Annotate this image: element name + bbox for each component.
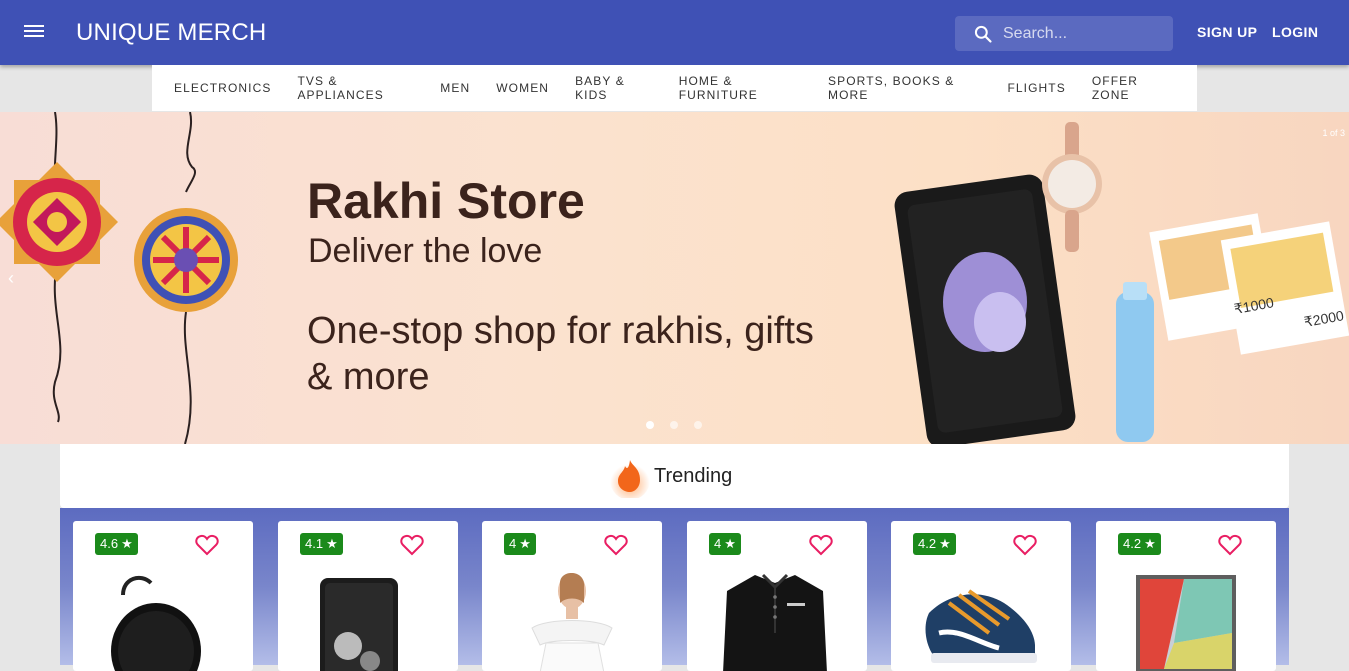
star-icon: ★ (939, 536, 951, 551)
product-card[interactable]: 4.2 ★ (1096, 521, 1276, 671)
product-card[interactable]: 4.6 ★ (73, 521, 253, 671)
rating-badge: 4.1 ★ (300, 533, 343, 555)
search-input[interactable] (1003, 24, 1153, 43)
trending-products: 4.6 ★ 4.1 ★ 4 ★ 4 ★ 4.2 ★ 4.2 ★ (60, 508, 1289, 671)
category-bar: ELECTRONICS TVS & APPLIANCES MEN WOMEN B… (152, 65, 1197, 111)
speaker-image (111, 575, 201, 671)
carousel-dots (646, 421, 702, 429)
carousel-dot-1[interactable] (646, 421, 654, 429)
heart-icon[interactable] (400, 534, 424, 556)
category-offer-zone[interactable]: OFFER ZONE (1092, 74, 1171, 102)
brand-title[interactable]: UNIQUE MERCH (76, 19, 266, 47)
category-tvs-appliances[interactable]: TVS & APPLIANCES (297, 74, 414, 102)
heart-icon[interactable] (195, 534, 219, 556)
app-bar: UNIQUE MERCH SIGN UP LOGIN (0, 0, 1349, 65)
signup-button[interactable]: SIGN UP (1197, 24, 1257, 40)
shoes-image (925, 589, 1037, 663)
hero-tagline: One-stop shop for rakhis, gifts & more (307, 310, 814, 398)
category-electronics[interactable]: ELECTRONICS (174, 81, 271, 95)
fire-icon (610, 460, 650, 498)
category-flights[interactable]: FLIGHTS (1007, 81, 1065, 95)
category-sports-books[interactable]: SPORTS, BOOKS & MORE (828, 74, 981, 102)
rating-badge: 4.2 ★ (913, 533, 956, 555)
category-women[interactable]: WOMEN (496, 81, 549, 95)
hero-carousel[interactable]: ‹ Rakhi Store Deliver the love One-stop … (0, 112, 1349, 444)
star-icon: ★ (1144, 536, 1156, 551)
category-home-furniture[interactable]: HOME & FURNITURE (679, 74, 802, 102)
phone-image (320, 578, 398, 671)
star-icon: ★ (121, 536, 133, 551)
heart-icon[interactable] (809, 534, 833, 556)
trending-title: Trending (654, 465, 733, 487)
trending-header: Trending (60, 444, 1289, 508)
search-box[interactable] (955, 16, 1173, 51)
heart-icon[interactable] (1013, 534, 1037, 556)
rating-value: 4.6 (100, 536, 119, 551)
hero-title: Rakhi Store (307, 173, 585, 229)
heart-icon[interactable] (1218, 534, 1242, 556)
rakhi-decoration-left (0, 112, 238, 444)
rating-value: 4.1 (305, 536, 324, 551)
rating-badge: 4 ★ (504, 533, 536, 555)
star-icon: ★ (326, 536, 338, 551)
product-card[interactable]: 4 ★ (482, 521, 662, 671)
rating-value: 4 (509, 536, 517, 551)
search-icon (974, 25, 992, 43)
rating-value: 4.2 (1123, 536, 1142, 551)
hero-products-illustration: ₹1000 ₹2000 (894, 122, 1349, 444)
star-icon: ★ (724, 536, 736, 551)
carousel-prev-icon[interactable]: ‹ (8, 268, 14, 289)
dress-image (531, 573, 613, 671)
category-baby-kids[interactable]: BABY & KIDS (575, 74, 653, 102)
rating-badge: 4 ★ (709, 533, 741, 555)
shirt-image (723, 573, 827, 671)
login-button[interactable]: LOGIN (1272, 24, 1318, 40)
rating-badge: 4.2 ★ (1118, 533, 1161, 555)
hero-subtitle: Deliver the love (308, 232, 543, 270)
menu-icon[interactable] (24, 22, 46, 44)
star-icon: ★ (519, 536, 531, 551)
rating-value: 4.2 (918, 536, 937, 551)
product-card[interactable]: 4.1 ★ (278, 521, 458, 671)
laptop-image (1136, 575, 1236, 671)
product-card[interactable]: 4 ★ (687, 521, 867, 671)
rating-badge: 4.6 ★ (95, 533, 138, 555)
rating-value: 4 (714, 536, 722, 551)
category-men[interactable]: MEN (440, 81, 470, 95)
carousel-dot-3[interactable] (694, 421, 702, 429)
carousel-dot-2[interactable] (670, 421, 678, 429)
heart-icon[interactable] (604, 534, 628, 556)
product-card[interactable]: 4.2 ★ (891, 521, 1071, 671)
